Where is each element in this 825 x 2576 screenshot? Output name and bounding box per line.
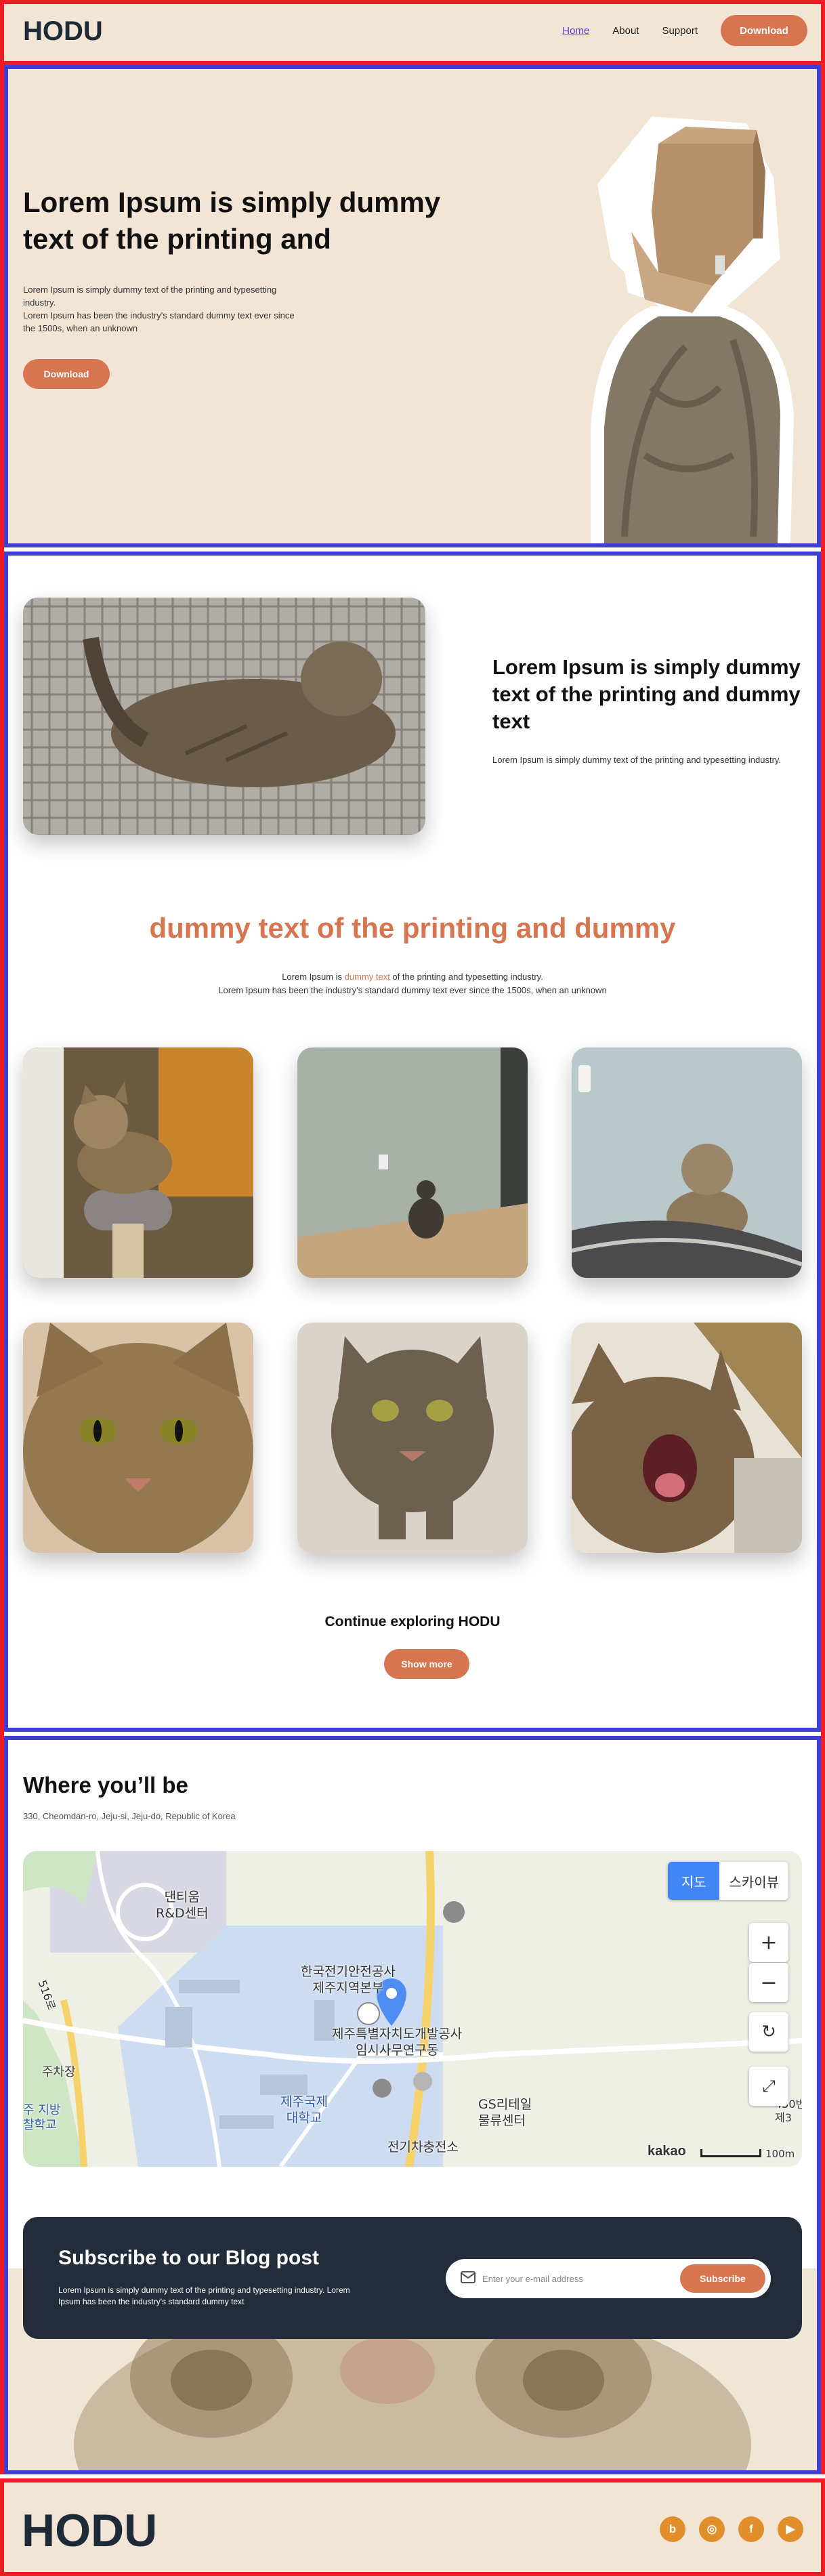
footer-outline <box>0 2478 825 2576</box>
header-outline <box>0 0 825 65</box>
location-outline <box>4 1736 821 2474</box>
about-outline <box>4 552 821 1732</box>
